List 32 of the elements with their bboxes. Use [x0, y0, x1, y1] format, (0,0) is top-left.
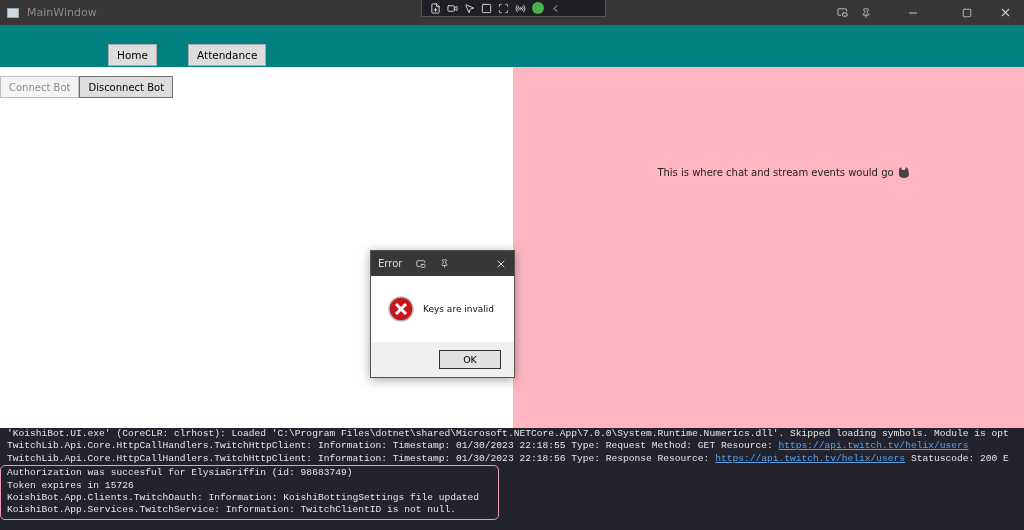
url-link[interactable]: https://api.twitch.tv/helix/users — [715, 452, 906, 464]
camera-icon[interactable] — [447, 2, 458, 14]
dialog-message: Keys are invalid — [423, 304, 495, 314]
console-text: TwitchLib.Api.Core.HttpCallHandlers.TwitchHttpClient: Information: Timestamp: 01/30/2023 22:18:56 Type: Response Resource: — [7, 452, 711, 464]
overlay-icon[interactable] — [836, 7, 848, 18]
nav-button[interactable]: Home — [108, 44, 157, 66]
dialog-title: Error — [378, 258, 403, 269]
console-text: KoishiBot.App.Clients.TwitchOauth: Information: KoishiBottingSettings file updated — [7, 491, 480, 503]
chat-placeholder-text: This is where chat and stream events would go — [657, 167, 894, 178]
console-text: Authorization was succesful for ElysiaGriffin (id: 98683749) — [7, 467, 353, 479]
frame-icon[interactable] — [481, 2, 492, 14]
console-text: 'KoishiBot.UI.exe' (CoreCLR: clrhost): Loaded 'C:\Program Files\dotnet\shared\Microsoft.NETCore.App\7.0.0\System.Runtime.Numerics.dll'. Skipped loading symbols. Module is opt — [7, 428, 1009, 439]
window-title: MainWindow — [27, 6, 97, 19]
app-icon — [7, 7, 19, 18]
overlay-icon[interactable] — [416, 258, 427, 269]
console-text: KoishiBot.App.Services.TwitchService: Information: TwitchClientID is not null. — [7, 504, 457, 516]
bot-button[interactable]: Disconnect Bot — [79, 76, 174, 98]
nav-button[interactable]: Attendance — [188, 44, 267, 66]
document-icon[interactable] — [430, 2, 441, 14]
ok-button[interactable]: OK — [439, 350, 501, 369]
maximize-icon[interactable] — [962, 7, 972, 18]
pointer-icon[interactable] — [464, 2, 475, 14]
console-text: Statuscode: 200 E — [909, 452, 1009, 464]
signal-icon[interactable] — [515, 2, 526, 14]
pin-icon[interactable] — [861, 7, 871, 18]
pin-icon[interactable] — [440, 259, 450, 268]
url-link[interactable]: https://api.twitch.tv/helix/users — [778, 440, 969, 452]
cat-icon — [897, 167, 910, 178]
selection-icon[interactable] — [498, 2, 509, 14]
console-text: Token expires in 15726 — [7, 479, 134, 491]
console-text: TwitchLib.Api.Core.HttpCallHandlers.TwitchHttpClient: Information: Timestamp: 01/30/2023 22:18:55 Type: Request Method: GET Resource: — [7, 440, 774, 452]
error-icon — [388, 296, 414, 322]
